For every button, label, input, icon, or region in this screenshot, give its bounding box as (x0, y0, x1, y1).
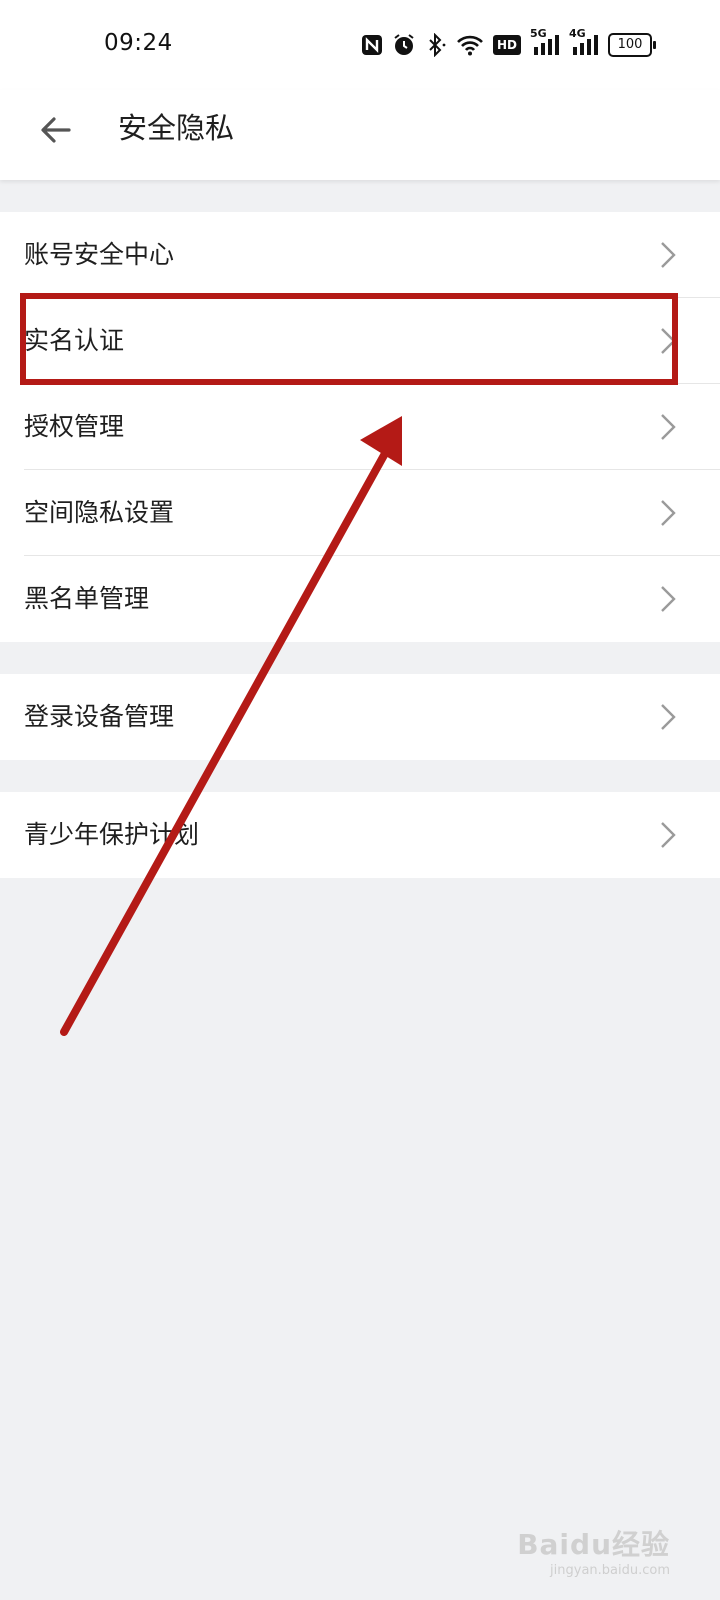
settings-group-youth: 青少年保护计划 (0, 792, 720, 878)
signal-5g-icon: 5G (530, 27, 560, 57)
watermark-url: jingyan.baidu.com (550, 1563, 670, 1578)
back-arrow-icon (41, 117, 71, 143)
chevron-right-icon (661, 242, 676, 268)
list-item-label: 登录设备管理 (24, 702, 175, 731)
bluetooth-icon (425, 33, 447, 57)
list-item-blacklist-management[interactable]: 黑名单管理 (0, 556, 720, 642)
back-button[interactable] (34, 108, 78, 152)
watermark: Baidu经验 jingyan.baidu.com (517, 1523, 670, 1578)
chevron-right-icon (661, 822, 676, 848)
list-item-label: 账号安全中心 (24, 240, 175, 269)
chevron-right-icon (661, 414, 676, 440)
page-title: 安全隐私 (118, 111, 235, 145)
signal-4g-icon: 4G (569, 27, 599, 57)
nfc-icon (361, 34, 383, 56)
list-item-label: 黑名单管理 (24, 584, 150, 613)
list-item-space-privacy-settings[interactable]: 空间隐私设置 (0, 470, 720, 556)
chevron-right-icon (661, 586, 676, 612)
list-item-label: 实名认证 (24, 326, 125, 355)
alarm-icon (392, 33, 416, 57)
list-item-label: 空间隐私设置 (24, 498, 175, 527)
list-item-real-name-verification[interactable]: 实名认证 (0, 298, 720, 384)
list-item-label: 青少年保护计划 (24, 820, 200, 849)
app-bar: 安全隐私 (0, 90, 720, 180)
battery-icon: 100 (608, 33, 656, 57)
list-item-account-security-center[interactable]: 账号安全中心 (0, 212, 720, 298)
list-item-youth-protection-plan[interactable]: 青少年保护计划 (0, 792, 720, 878)
watermark-brand: Baidu经验 (517, 1528, 670, 1561)
status-time: 09:24 (104, 30, 173, 56)
chevron-right-icon (661, 328, 676, 354)
list-item-authorization-management[interactable]: 授权管理 (0, 384, 720, 470)
status-bar: 09:24 HD 5G 4G 100 (0, 0, 720, 90)
list-item-login-device-management[interactable]: 登录设备管理 (0, 674, 720, 760)
settings-group-security: 账号安全中心 实名认证 授权管理 空间隐私设置 黑名单管理 (0, 212, 720, 642)
list-item-label: 授权管理 (24, 412, 125, 441)
wifi-icon (456, 34, 484, 56)
status-icons: HD 5G 4G 100 (361, 27, 656, 58)
hd-voice-icon: HD (492, 35, 521, 55)
chevron-right-icon (661, 500, 676, 526)
settings-group-devices: 登录设备管理 (0, 674, 720, 760)
chevron-right-icon (661, 704, 676, 730)
